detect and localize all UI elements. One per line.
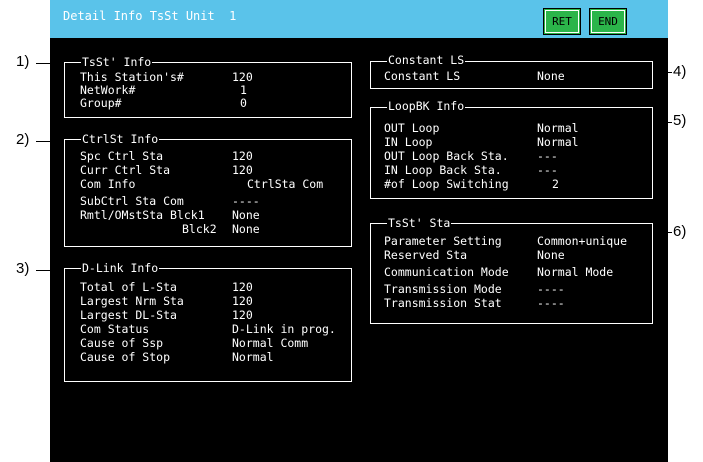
dlink-info-label: Cause of Stop bbox=[80, 350, 171, 364]
loopbk-info-value: 2 bbox=[552, 177, 559, 191]
tsst-sta-label: Communication Mode bbox=[384, 265, 509, 279]
tsst-sta-value: None bbox=[537, 248, 565, 262]
loopbk-info-value: --- bbox=[537, 149, 558, 163]
loopbk-info-label: OUT Loop bbox=[384, 121, 440, 135]
loopbk-info-value: Normal bbox=[537, 121, 579, 135]
window-title: Detail Info TsSt Unit 1 bbox=[63, 9, 237, 23]
dlink-info-label: Largest Nrm Sta bbox=[80, 294, 184, 308]
constant-ls-value: None bbox=[537, 69, 565, 83]
callout-4: 4) bbox=[673, 63, 687, 80]
loopbk-info-value: Normal bbox=[537, 135, 579, 149]
title-bar: Detail Info TsSt Unit 1 RET END bbox=[50, 0, 668, 38]
dlink-info-label: Com Status bbox=[80, 322, 150, 336]
ctrlst-info-label: Blck2 bbox=[182, 222, 217, 236]
ret-button[interactable]: RET bbox=[543, 8, 581, 35]
ctrlst-info-value: None bbox=[232, 208, 260, 222]
tsst-info-label: Group# bbox=[80, 96, 122, 110]
ctrlst-info-label: SubCtrl Sta Com bbox=[80, 194, 184, 208]
tsst-sta-header: TsSt' Sta bbox=[387, 216, 452, 230]
dlink-info-label: Cause of Ssp bbox=[80, 336, 164, 350]
tsst-info-label: NetWork# bbox=[80, 83, 136, 97]
ctrlst-info-value: 120 bbox=[232, 149, 253, 163]
loopbk-info-label: IN Loop Back Sta. bbox=[384, 163, 502, 177]
tsst-sta-label: Transmission Mode bbox=[384, 282, 502, 296]
end-button[interactable]: END bbox=[589, 8, 627, 35]
ctrlst-info-header: CtrlSt Info bbox=[81, 132, 160, 146]
dlink-info-value: D-Link in prog. bbox=[232, 322, 336, 336]
dlink-info-value: 120 bbox=[232, 294, 253, 308]
tsst-info-label: This Station's# bbox=[80, 70, 184, 84]
dlink-info-value: Normal Comm bbox=[232, 336, 309, 350]
tsst-sta-label: Reserved Sta bbox=[384, 248, 468, 262]
callout-3: 3) bbox=[16, 260, 30, 277]
ctrlst-info-value: ---- bbox=[232, 194, 260, 208]
dlink-info-label: Largest DL-Sta bbox=[80, 308, 177, 322]
tsst-info-value: 0 bbox=[240, 96, 247, 110]
dlink-info-value: Normal bbox=[232, 350, 274, 364]
device-screen: Detail Info TsSt Unit 1 RET END TsSt' In… bbox=[50, 0, 668, 462]
tsst-info-value: 120 bbox=[232, 70, 253, 84]
ctrlst-info-label: Spc Ctrl Sta bbox=[80, 149, 164, 163]
constant-ls-label: Constant LS bbox=[384, 69, 461, 83]
tsst-sta-value: Normal Mode bbox=[537, 265, 614, 279]
tsst-sta-value: ---- bbox=[537, 296, 565, 310]
ctrlst-info-value: CtrlSta Com bbox=[247, 177, 324, 191]
loopbk-info-label: OUT Loop Back Sta. bbox=[384, 149, 509, 163]
tsst-sta-value: ---- bbox=[537, 282, 565, 296]
dlink-info-label: Total of L-Sta bbox=[80, 280, 177, 294]
ctrlst-info-label: Curr Ctrl Sta bbox=[80, 163, 171, 177]
dlink-info-header: D-Link Info bbox=[81, 261, 160, 275]
dlink-info-value: 120 bbox=[232, 308, 253, 322]
ctrlst-info-value: 120 bbox=[232, 163, 253, 177]
loopbk-info-header: LoopBK Info bbox=[387, 99, 466, 113]
tsst-info-value: 1 bbox=[240, 83, 247, 97]
tsst-sta-label: Parameter Setting bbox=[384, 234, 502, 248]
tsst-sta-label: Transmission Stat bbox=[384, 296, 502, 310]
ctrlst-info-label: Com Info bbox=[80, 177, 136, 191]
callout-6: 6) bbox=[673, 223, 687, 240]
tsst-sta-value: Common+unique bbox=[537, 234, 628, 248]
loopbk-info-label: #of Loop Switching bbox=[384, 177, 509, 191]
loopbk-info-value: --- bbox=[537, 163, 558, 177]
tsst-info-header: TsSt' Info bbox=[81, 55, 153, 69]
callout-5: 5) bbox=[673, 112, 687, 129]
ctrlst-info-value: None bbox=[232, 222, 260, 236]
callout-2: 2) bbox=[16, 131, 30, 148]
loopbk-info-label: IN Loop bbox=[384, 135, 433, 149]
constant-ls-header: Constant LS bbox=[387, 53, 466, 67]
dlink-info-value: 120 bbox=[232, 280, 253, 294]
callout-1: 1) bbox=[16, 53, 30, 70]
ctrlst-info-label: Rmtl/OMstSta Blck1 bbox=[80, 208, 205, 222]
